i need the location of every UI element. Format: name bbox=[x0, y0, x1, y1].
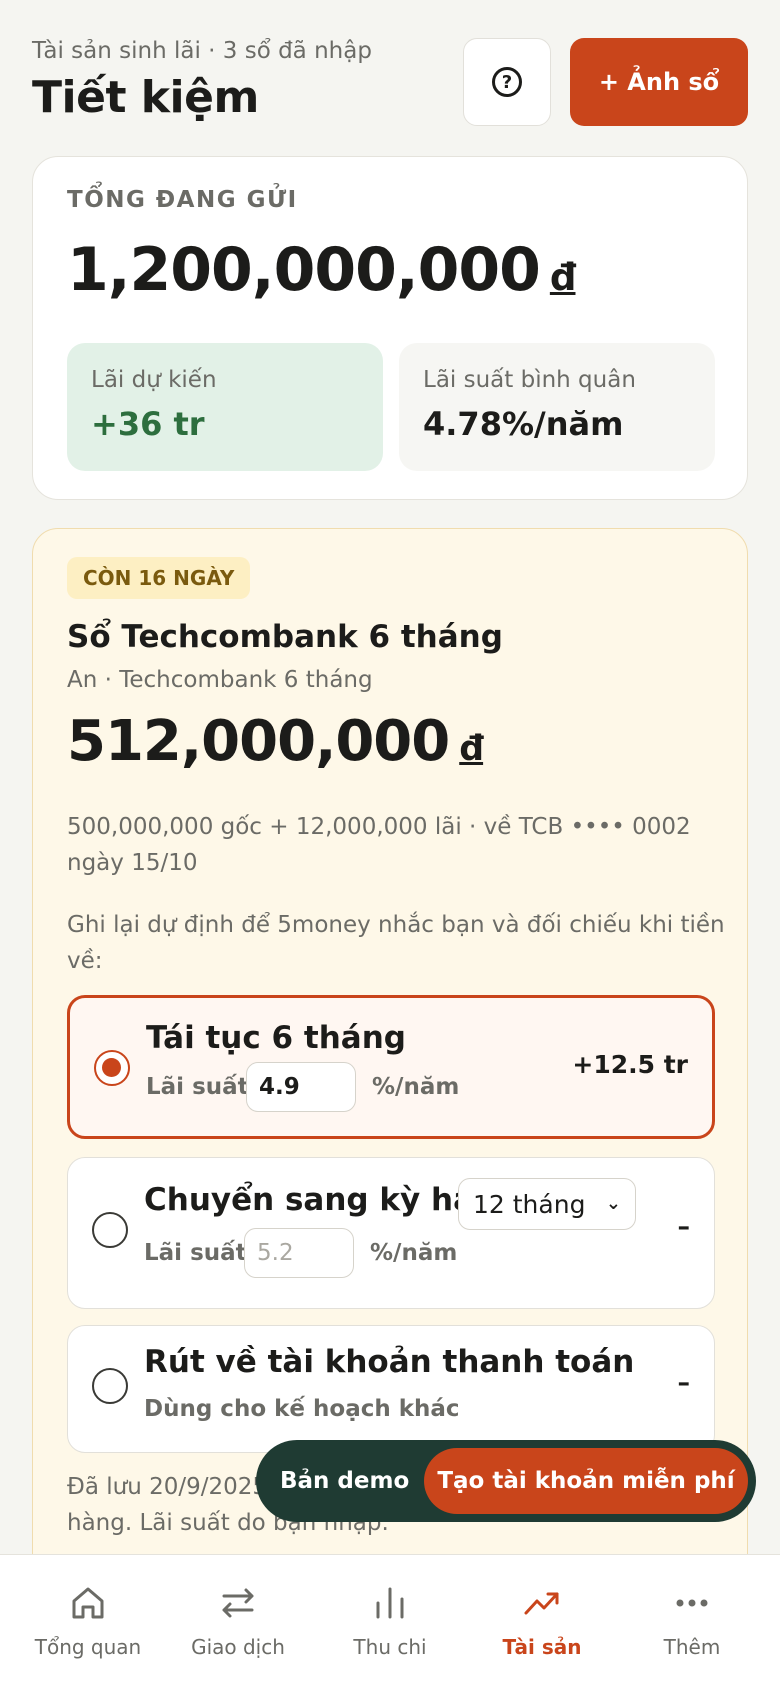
projected-interest: – bbox=[677, 1368, 691, 1397]
book-subtitle: An · Techcombank 6 tháng bbox=[67, 667, 373, 693]
avg-rate-box: Lãi suất bình quân 4.78%/năm bbox=[399, 343, 715, 471]
avg-rate-value: 4.78%/năm bbox=[423, 405, 624, 443]
rate-unit: %/năm bbox=[370, 1240, 458, 1266]
projected-interest: – bbox=[677, 1212, 691, 1241]
rate-input-change-term[interactable] bbox=[244, 1228, 354, 1278]
nav-item-assets[interactable]: Tài sản bbox=[464, 1555, 620, 1688]
nav-label: Thu chi bbox=[353, 1635, 427, 1659]
more-dots-icon bbox=[676, 1599, 708, 1607]
option-renew-title: Tái tục 6 tháng bbox=[146, 1020, 406, 1056]
rate-label: Lãi suất bbox=[146, 1074, 249, 1100]
trending-up-icon bbox=[524, 1592, 559, 1615]
days-remaining-badge: CÒN 16 NGÀY bbox=[67, 557, 251, 599]
expected-interest-box: Lãi dự kiến +36 tr bbox=[67, 343, 383, 471]
nav-item-more[interactable]: Thêm bbox=[614, 1555, 770, 1688]
radio-withdraw[interactable] bbox=[92, 1368, 128, 1404]
intent-note: Ghi lại dự định để 5money nhắc bạn và đố… bbox=[67, 912, 725, 974]
page-title: Tiết kiệm bbox=[32, 72, 259, 123]
radio-change-term[interactable] bbox=[92, 1212, 128, 1248]
chevron-down-icon: ⌄ bbox=[605, 1193, 621, 1214]
projected-interest: +12.5 tr bbox=[572, 1050, 688, 1079]
radio-renew[interactable] bbox=[94, 1050, 130, 1086]
option-withdraw[interactable]: Rút về tài khoản thanh toán Dùng cho kế … bbox=[67, 1325, 715, 1453]
total-amount-value: 1,200,000,000 bbox=[67, 235, 541, 305]
option-withdraw-title: Rút về tài khoản thanh toán bbox=[144, 1344, 635, 1380]
add-photo-button[interactable]: + Ảnh sổ bbox=[570, 38, 748, 126]
expected-interest-value: +36 tr bbox=[91, 405, 205, 443]
expected-interest-label: Lãi dự kiến bbox=[91, 367, 217, 393]
question-circle-icon: ? bbox=[492, 67, 522, 97]
book-amount-value: 512,000,000 bbox=[67, 709, 450, 774]
nav-label: Tài sản bbox=[502, 1635, 582, 1659]
nav-label: Thêm bbox=[663, 1635, 721, 1659]
nav-item-income-expense[interactable]: Thu chi bbox=[312, 1555, 468, 1688]
rate-input-renew[interactable] bbox=[246, 1062, 356, 1112]
total-label: TỔNG ĐANG GỬI bbox=[67, 187, 298, 213]
book-title: Sổ Techcombank 6 tháng bbox=[67, 619, 503, 655]
rate-label: Lãi suất bbox=[144, 1240, 247, 1266]
nav-label: Tổng quan bbox=[34, 1635, 142, 1659]
maturity-note: 500,000,000 gốc + 12,000,000 lãi · về TC… bbox=[67, 814, 691, 876]
option-change-term[interactable]: Chuyển sang kỳ hạn 12 tháng ⌄ Lãi suất %… bbox=[67, 1157, 715, 1309]
nav-item-transactions[interactable]: Giao dịch bbox=[160, 1555, 316, 1688]
demo-banner: Bản demo Tạo tài khoản miễn phí bbox=[256, 1440, 756, 1522]
option-change-term-title: Chuyển sang kỳ hạn bbox=[144, 1182, 497, 1218]
demo-label: Bản demo bbox=[280, 1468, 410, 1494]
page-subtitle: Tài sản sinh lãi · 3 sổ đã nhập bbox=[32, 38, 372, 64]
option-withdraw-subtitle: Dùng cho kế hoạch khác bbox=[144, 1396, 460, 1422]
currency-symbol: đ bbox=[549, 255, 577, 299]
bottom-nav: Tổng quan Giao dịch Thu chi Tài sản Thêm bbox=[0, 1554, 780, 1688]
swap-arrows-icon bbox=[222, 1588, 254, 1618]
nav-item-overview[interactable]: Tổng quan bbox=[10, 1555, 166, 1688]
create-account-button[interactable]: Tạo tài khoản miễn phí bbox=[424, 1448, 748, 1514]
total-amount: 1,200,000,000 đ bbox=[67, 235, 577, 305]
term-select-value: 12 tháng bbox=[473, 1189, 586, 1219]
bar-chart-icon bbox=[376, 1587, 404, 1619]
term-select[interactable]: 12 tháng ⌄ bbox=[458, 1178, 636, 1230]
option-renew[interactable]: Tái tục 6 tháng Lãi suất %/năm +12.5 tr bbox=[67, 995, 715, 1139]
book-amount: 512,000,000 đ bbox=[67, 709, 484, 774]
page-header: Tài sản sinh lãi · 3 sổ đã nhập Tiết kiệ… bbox=[32, 36, 748, 128]
help-button[interactable]: ? bbox=[463, 38, 551, 126]
home-icon bbox=[72, 1587, 104, 1619]
total-summary-card: TỔNG ĐANG GỬI 1,200,000,000 đ Lãi dự kiến… bbox=[32, 156, 748, 500]
rate-unit: %/năm bbox=[372, 1074, 460, 1100]
currency-symbol: đ bbox=[459, 729, 484, 769]
nav-label: Giao dịch bbox=[191, 1635, 285, 1659]
avg-rate-label: Lãi suất bình quân bbox=[423, 367, 636, 393]
